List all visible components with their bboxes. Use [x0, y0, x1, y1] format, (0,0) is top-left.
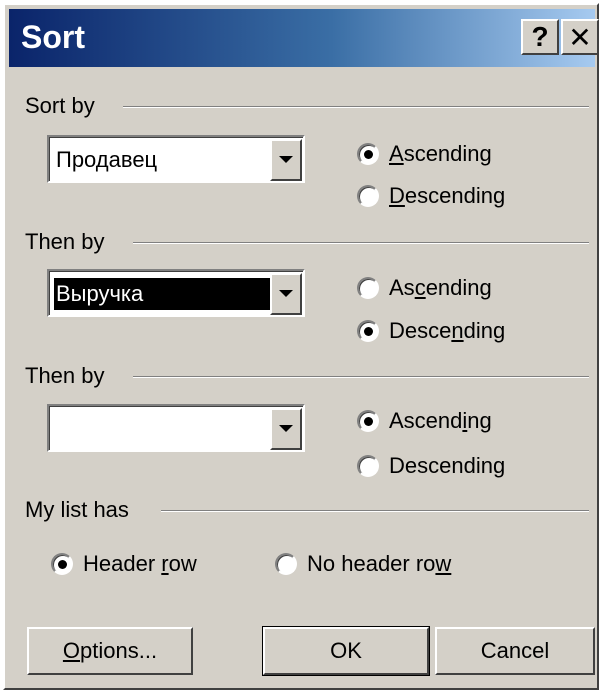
cancel-button-label: Cancel	[480, 638, 550, 663]
sort-by-divider	[123, 106, 589, 108]
then-by-1-descending-radio[interactable]	[357, 320, 379, 342]
no-header-row-radio[interactable]	[275, 553, 297, 575]
sort-by-descending-radio[interactable]	[357, 185, 379, 207]
help-icon: ?	[531, 21, 549, 52]
then-by-2-value	[54, 413, 272, 445]
list-has-label: My list has	[25, 497, 129, 522]
then-by-2-descending-radio[interactable]	[357, 455, 379, 477]
then-by-1-ascending-label[interactable]: Ascending	[389, 275, 492, 301]
sort-by-select[interactable]: Продавец	[47, 135, 305, 183]
sort-by-label: Sort by	[25, 93, 95, 118]
then-by-1-value: Выручка	[54, 278, 272, 310]
ok-button-label: OK	[330, 638, 362, 663]
then-by-2-ascending-label[interactable]: Ascending	[389, 408, 492, 434]
header-row-label[interactable]: Header row	[83, 551, 197, 577]
then-by-2-descending-label[interactable]: Descending	[389, 453, 505, 479]
chevron-down-icon[interactable]	[270, 139, 302, 181]
title-bar[interactable]: Sort ? ✕	[9, 9, 599, 67]
dialog-title: Sort	[21, 19, 85, 55]
then-by-2-divider	[133, 376, 589, 378]
then-by-2-select[interactable]	[47, 404, 305, 452]
ok-button[interactable]: OK	[262, 626, 430, 676]
list-has-divider	[161, 510, 589, 512]
then-by-2-label: Then by	[25, 363, 105, 388]
then-by-1-ascending-radio[interactable]	[357, 277, 379, 299]
close-button[interactable]: ✕	[561, 19, 599, 55]
sort-dialog: Sort ? ✕ Sort by Продавец Ascending Desc…	[3, 3, 599, 690]
then-by-2-ascending-radio[interactable]	[357, 410, 379, 432]
cancel-button[interactable]: Cancel	[435, 627, 595, 675]
options-button-label: Options...	[62, 638, 158, 663]
options-button[interactable]: Options...	[27, 627, 193, 675]
close-icon: ✕	[568, 21, 592, 53]
chevron-down-icon[interactable]	[270, 273, 302, 315]
sort-by-ascending-radio[interactable]	[357, 143, 379, 165]
chevron-down-icon[interactable]	[270, 408, 302, 450]
help-button[interactable]: ?	[521, 19, 559, 55]
then-by-1-label: Then by	[25, 229, 105, 254]
sort-by-value: Продавец	[56, 147, 158, 172]
then-by-1-select[interactable]: Выручка	[47, 269, 305, 317]
header-row-radio[interactable]	[51, 553, 73, 575]
no-header-row-label[interactable]: No header row	[307, 551, 451, 577]
sort-by-descending-label[interactable]: Descending	[389, 183, 505, 209]
then-by-1-descending-label[interactable]: Descending	[389, 318, 505, 344]
then-by-1-divider	[133, 242, 589, 244]
sort-by-ascending-label[interactable]: Ascending	[389, 141, 492, 167]
